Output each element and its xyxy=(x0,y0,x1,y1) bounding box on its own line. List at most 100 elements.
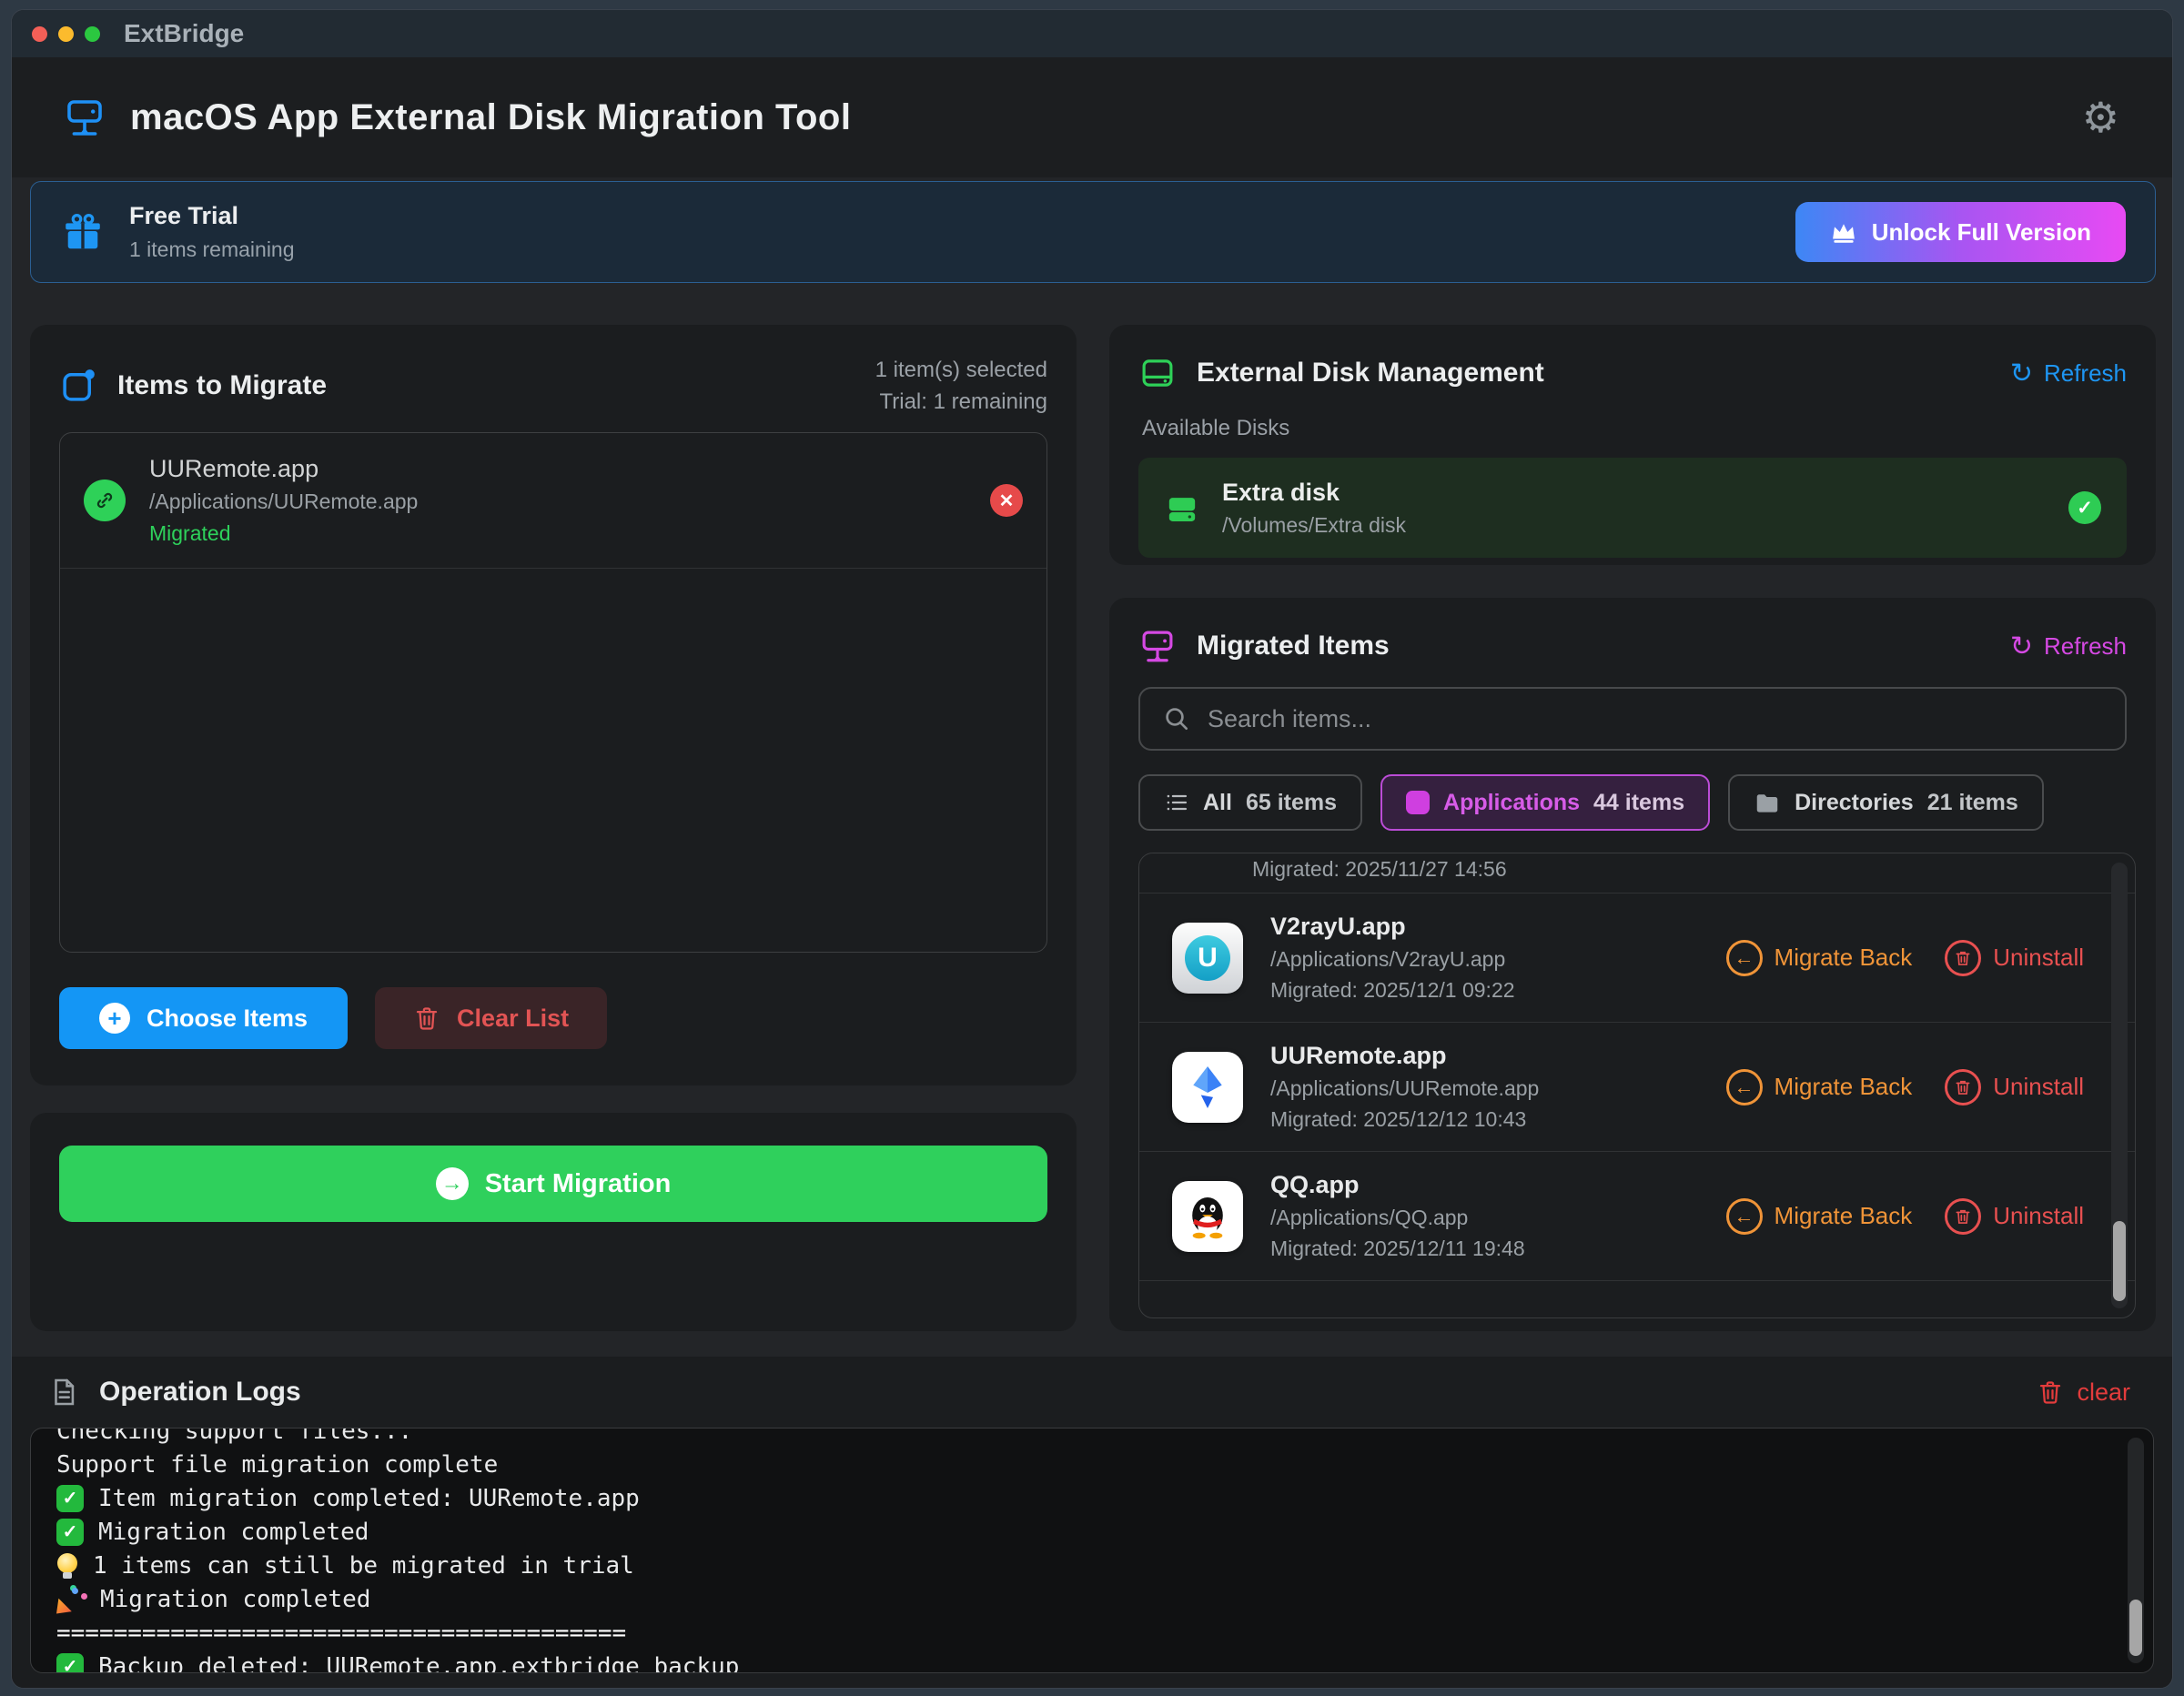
unlock-label: Unlock Full Version xyxy=(1872,218,2091,247)
items-to-migrate-panel: Items to Migrate 1 item(s) selected Tria… xyxy=(30,325,1077,1085)
refresh-icon: ↻ xyxy=(2010,631,2033,662)
migrate-back-button[interactable]: ← Migrate Back xyxy=(1726,940,1913,976)
migrate-back-label: Migrate Back xyxy=(1774,944,1913,972)
disk-management-panel: External Disk Management ↻ Refresh Avail… xyxy=(1109,325,2156,565)
migrate-back-label: Migrate Back xyxy=(1774,1202,1913,1230)
filter-directories[interactable]: Directories 21 items xyxy=(1728,774,2044,831)
refresh-migrated-button[interactable]: ↻ Refresh xyxy=(2010,631,2127,662)
partial-row-date: Migrated: 2025/11/27 14:56 xyxy=(1139,853,2135,893)
item-path: /Applications/V2rayU.app xyxy=(1270,947,1515,972)
trial-remaining-text: Trial: 1 remaining xyxy=(875,386,1047,418)
migrated-items-panel: Migrated Items ↻ Refresh xyxy=(1109,598,2156,1331)
migrated-drive-icon xyxy=(1138,627,1177,665)
log-separator: ======================================== xyxy=(56,1616,2153,1650)
uninstall-button[interactable]: Uninstall xyxy=(1945,1198,2084,1235)
arrow-right-icon: → xyxy=(436,1167,469,1200)
uuremote-app-icon xyxy=(1172,1052,1243,1123)
migrate-back-button[interactable]: ← Migrate Back xyxy=(1726,1069,1913,1105)
item-status: Migrated xyxy=(149,521,418,546)
check-emoji-icon: ✓ xyxy=(56,1519,84,1546)
operation-logs-section: Operation Logs clear Checking support fi… xyxy=(12,1357,2172,1688)
choose-items-button[interactable]: + Choose Items xyxy=(59,987,348,1049)
item-migrated-date: Migrated: 2025/12/12 10:43 xyxy=(1270,1107,1539,1132)
settings-gear-icon[interactable]: ⚙ xyxy=(2082,96,2119,138)
minimize-window-button[interactable] xyxy=(58,26,74,42)
item-name: V2rayU.app xyxy=(1270,913,1515,941)
item-name: QQ.app xyxy=(1270,1171,1525,1199)
migrate-back-button[interactable]: ← Migrate Back xyxy=(1726,1198,1913,1235)
log-line: 1 items can still be migrated in trial xyxy=(56,1549,2153,1582)
migrated-items-title: Migrated Items xyxy=(1197,631,1390,661)
trash-icon xyxy=(413,1004,440,1032)
uninstall-button[interactable]: Uninstall xyxy=(1945,940,2084,976)
clear-logs-label: clear xyxy=(2077,1378,2130,1407)
item-path: /Applications/QQ.app xyxy=(1270,1206,1525,1230)
free-trial-banner: Free Trial 1 items remaining Unlock Full… xyxy=(30,181,2156,283)
list-icon xyxy=(1164,790,1189,815)
table-row: QQ.app /Applications/QQ.app Migrated: 20… xyxy=(1139,1152,2135,1281)
filter-all[interactable]: All 65 items xyxy=(1138,774,1362,831)
page-title: macOS App External Disk Migration Tool xyxy=(130,97,851,138)
clear-logs-button[interactable]: clear xyxy=(2037,1378,2130,1407)
close-window-button[interactable] xyxy=(32,26,47,42)
migrate-back-label: Migrate Back xyxy=(1774,1073,1913,1101)
log-output[interactable]: Checking support files... Support file m… xyxy=(30,1428,2154,1673)
choose-items-label: Choose Items xyxy=(147,1004,308,1033)
filter-applications[interactable]: Applications 44 items xyxy=(1380,774,1710,831)
uninstall-label: Uninstall xyxy=(1993,1073,2084,1101)
scrollbar-thumb[interactable] xyxy=(2113,1221,2126,1301)
disk-icon xyxy=(1164,490,1200,526)
start-migration-button[interactable]: → Start Migration xyxy=(59,1146,1047,1222)
uninstall-label: Uninstall xyxy=(1993,1202,2084,1230)
clear-list-button[interactable]: Clear List xyxy=(375,987,607,1049)
item-name: UURemote.app xyxy=(149,455,418,483)
plus-icon: + xyxy=(99,1003,130,1034)
clipboard-icon xyxy=(59,367,97,405)
search-input[interactable] xyxy=(1208,705,2103,733)
trial-items-remaining: 1 items remaining xyxy=(129,237,295,262)
check-emoji-icon: ✓ xyxy=(56,1485,84,1512)
log-line: ✓ Backup deleted: UURemote.app.extbridge… xyxy=(56,1650,2153,1673)
refresh-disks-button[interactable]: ↻ Refresh xyxy=(2010,358,2127,389)
hard-drive-icon xyxy=(1138,354,1177,392)
app-header: macOS App External Disk Migration Tool ⚙ xyxy=(12,57,2172,177)
disk-row-extra-disk[interactable]: Extra disk /Volumes/Extra disk ✓ xyxy=(1138,458,2127,558)
log-line: ✓ Item migration completed: UURemote.app xyxy=(56,1481,2153,1515)
external-drive-icon xyxy=(63,96,106,139)
disk-management-title: External Disk Management xyxy=(1197,358,1544,389)
trial-title: Free Trial xyxy=(129,202,295,230)
available-disks-label: Available Disks xyxy=(1142,416,2123,441)
crown-icon xyxy=(1830,220,1857,244)
v2rayu-app-icon: U xyxy=(1172,923,1243,994)
search-icon xyxy=(1162,704,1191,733)
filter-directories-count: 21 items xyxy=(1927,790,2018,816)
uninstall-button[interactable]: Uninstall xyxy=(1945,1069,2084,1105)
applications-icon xyxy=(1406,791,1430,814)
unlock-full-version-button[interactable]: Unlock Full Version xyxy=(1795,202,2126,262)
refresh-disks-label: Refresh xyxy=(2044,359,2127,388)
migrated-items-list[interactable]: Migrated: 2025/11/27 14:56 U V2rayU.app … xyxy=(1138,853,2136,1318)
document-icon xyxy=(48,1377,79,1408)
log-line: Migration completed xyxy=(56,1582,2153,1616)
uninstall-label: Uninstall xyxy=(1993,944,2084,972)
arrow-left-icon: ← xyxy=(1726,940,1763,976)
search-box xyxy=(1138,687,2127,751)
scrollbar-thumb[interactable] xyxy=(2129,1600,2142,1656)
titlebar: ExtBridge xyxy=(12,10,2172,57)
remove-item-button[interactable]: ✕ xyxy=(990,484,1023,517)
filter-applications-label: Applications xyxy=(1443,790,1580,816)
table-row: U V2rayU.app /Applications/V2rayU.app Mi… xyxy=(1139,893,2135,1023)
filter-chips: All 65 items Applications 44 items Direc… xyxy=(1138,774,2127,831)
filter-all-label: All xyxy=(1203,790,1232,816)
list-item[interactable]: UURemote.app /Applications/UURemote.app … xyxy=(60,433,1046,569)
operation-logs-title: Operation Logs xyxy=(99,1377,301,1408)
window-controls xyxy=(32,26,100,42)
disk-path: /Volumes/Extra disk xyxy=(1222,513,1406,538)
app-name: ExtBridge xyxy=(124,19,244,48)
scrollbar-track[interactable] xyxy=(2128,1438,2144,1663)
refresh-migrated-label: Refresh xyxy=(2044,632,2127,661)
item-migrated-date: Migrated: 2025/12/11 19:48 xyxy=(1270,1237,1525,1261)
zoom-window-button[interactable] xyxy=(85,26,100,42)
scrollbar-track[interactable] xyxy=(2111,863,2128,1308)
party-emoji-icon xyxy=(56,1585,86,1614)
